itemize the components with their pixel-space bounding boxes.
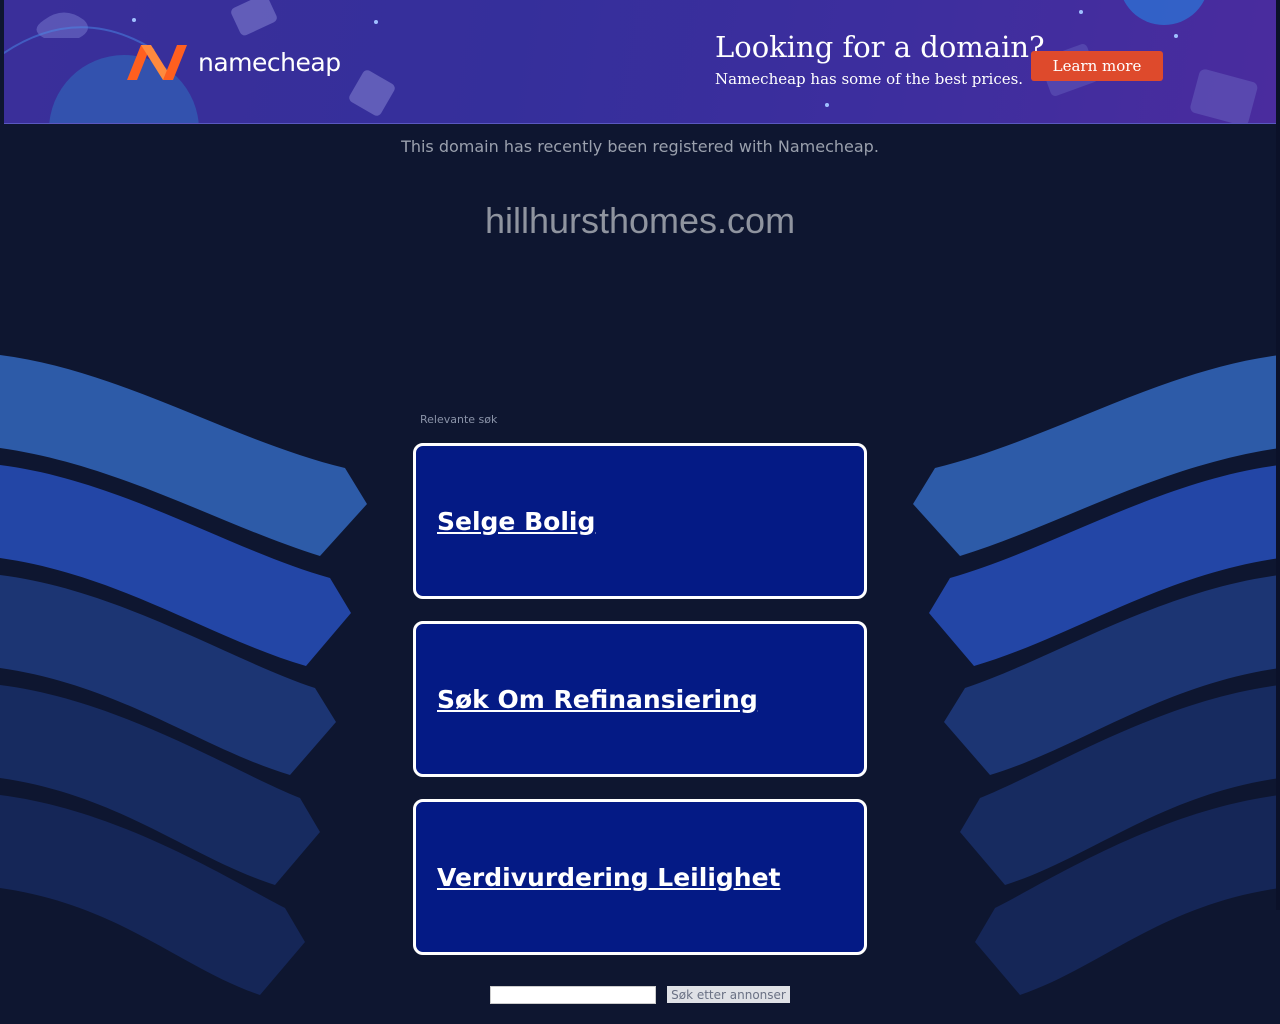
related-search-card-3[interactable]: Verdivurdering Leilighet <box>413 799 867 955</box>
registration-notice: This domain has recently been registered… <box>401 137 879 156</box>
domain-title: hillhursthomes.com <box>484 200 796 241</box>
ad-search-input[interactable] <box>490 986 656 1004</box>
namecheap-logo[interactable]: namecheap <box>124 40 341 84</box>
related-search-card-2[interactable]: Søk Om Refinansiering <box>413 621 867 777</box>
related-search-link[interactable]: Verdivurdering Leilighet <box>437 863 781 892</box>
ad-search-button[interactable]: Søk etter annonser <box>667 986 790 1003</box>
learn-more-button[interactable]: Learn more <box>1031 51 1163 81</box>
promo-title: Looking for a domain? <box>715 30 1045 64</box>
namecheap-logo-icon <box>127 45 187 80</box>
promo-subtitle: Namecheap has some of the best prices. <box>715 70 1024 88</box>
related-search-link[interactable]: Selge Bolig <box>437 507 595 536</box>
related-search-card-1[interactable]: Selge Bolig <box>413 443 867 599</box>
related-searches-label: Relevante søk <box>420 413 498 426</box>
namecheap-ad-banner[interactable]: namecheap Looking for a domain? Namechea… <box>4 0 1276 124</box>
related-search-link[interactable]: Søk Om Refinansiering <box>437 685 758 714</box>
scrollbar[interactable] <box>1276 0 1280 910</box>
logo-wordmark: namecheap <box>198 47 341 77</box>
